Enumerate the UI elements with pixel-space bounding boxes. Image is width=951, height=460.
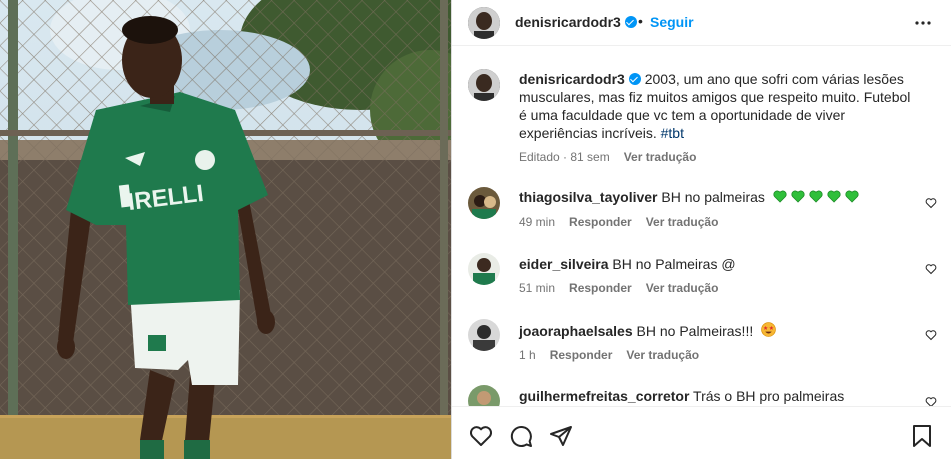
- star-struck-emoji: [753, 322, 776, 339]
- separator-dot: •: [638, 13, 643, 29]
- see-translation-link[interactable]: Ver tradução: [646, 281, 719, 295]
- comment-time: 49 min: [519, 215, 556, 229]
- commenter-avatar[interactable]: [468, 319, 500, 351]
- reply-button[interactable]: Responder: [550, 348, 613, 362]
- caption-username[interactable]: denisricardodr3: [519, 71, 625, 87]
- commenter-avatar[interactable]: [468, 253, 500, 285]
- post-dialog: IRELLI denisricardodr3 • Seguir denisric…: [0, 0, 951, 460]
- verified-badge-icon: [628, 73, 641, 85]
- caption-author-avatar[interactable]: [468, 69, 500, 101]
- comment-text-row: guilhermefreitas_corretor Trás o BH pro …: [519, 388, 844, 404]
- like-heart-icon[interactable]: [469, 424, 493, 448]
- comment-bubble-icon[interactable]: [509, 424, 533, 448]
- more-options-icon[interactable]: [914, 14, 932, 34]
- comment-username[interactable]: guilhermefreitas_corretor: [519, 388, 689, 404]
- post-header: denisricardodr3 • Seguir: [452, 0, 951, 46]
- verified-badge-icon: [624, 16, 637, 28]
- caption-meta: Editado · 81 sem Ver tradução: [519, 150, 696, 164]
- comment-time: 51 min: [519, 281, 556, 295]
- author-username[interactable]: denisricardodr3: [515, 14, 637, 30]
- comment-username[interactable]: thiagosilva_tayoliver: [519, 189, 658, 205]
- like-comment-heart-icon[interactable]: [925, 329, 937, 341]
- edited-time: Editado · 81 sem: [519, 150, 610, 164]
- author-avatar[interactable]: [468, 7, 500, 39]
- comment-body: Trás o BH pro palmeiras: [689, 388, 845, 404]
- commenter-avatar[interactable]: [468, 187, 500, 219]
- hashtag-link[interactable]: #tbt: [661, 125, 684, 141]
- comment-username[interactable]: eider_silveira: [519, 256, 609, 272]
- comment-meta: 51 min Responder Ver tradução: [519, 281, 718, 295]
- soccer-player-photo: IRELLI: [0, 0, 451, 459]
- see-translation-link[interactable]: Ver tradução: [626, 348, 699, 362]
- comment-text-row: thiagosilva_tayoliver BH no palmeiras: [519, 189, 859, 205]
- post-caption: denisricardodr3 2003, um ano que sofri c…: [519, 70, 919, 142]
- post-side-panel: denisricardodr3 • Seguir denisricardodr3…: [451, 0, 951, 460]
- comment-body: BH no Palmeiras!!!: [632, 323, 754, 339]
- reply-button[interactable]: Responder: [569, 215, 632, 229]
- see-translation-link[interactable]: Ver tradução: [624, 150, 697, 164]
- comment-meta: 1 h Responder Ver tradução: [519, 348, 699, 362]
- see-translation-link[interactable]: Ver tradução: [646, 215, 719, 229]
- save-bookmark-icon[interactable]: [911, 424, 933, 448]
- like-comment-heart-icon[interactable]: [925, 263, 937, 275]
- comment-body: BH no palmeiras: [657, 189, 769, 205]
- post-photo[interactable]: IRELLI: [0, 0, 451, 459]
- follow-button[interactable]: Seguir: [650, 14, 694, 30]
- comment-text-row: joaoraphaelsales BH no Palmeiras!!!: [519, 322, 776, 339]
- like-comment-heart-icon[interactable]: [925, 197, 937, 209]
- share-send-icon[interactable]: [549, 424, 573, 448]
- comment-username[interactable]: joaoraphaelsales: [519, 323, 633, 339]
- reply-button[interactable]: Responder: [569, 281, 632, 295]
- green-hearts-emoji: [769, 189, 859, 205]
- comment-text-row: eider_silveira BH no Palmeiras @: [519, 256, 736, 272]
- comment-body: BH no Palmeiras @: [608, 256, 736, 272]
- post-actions-bar: [452, 406, 951, 460]
- comment-meta: 49 min Responder Ver tradução: [519, 215, 718, 229]
- comment-time: 1 h: [519, 348, 536, 362]
